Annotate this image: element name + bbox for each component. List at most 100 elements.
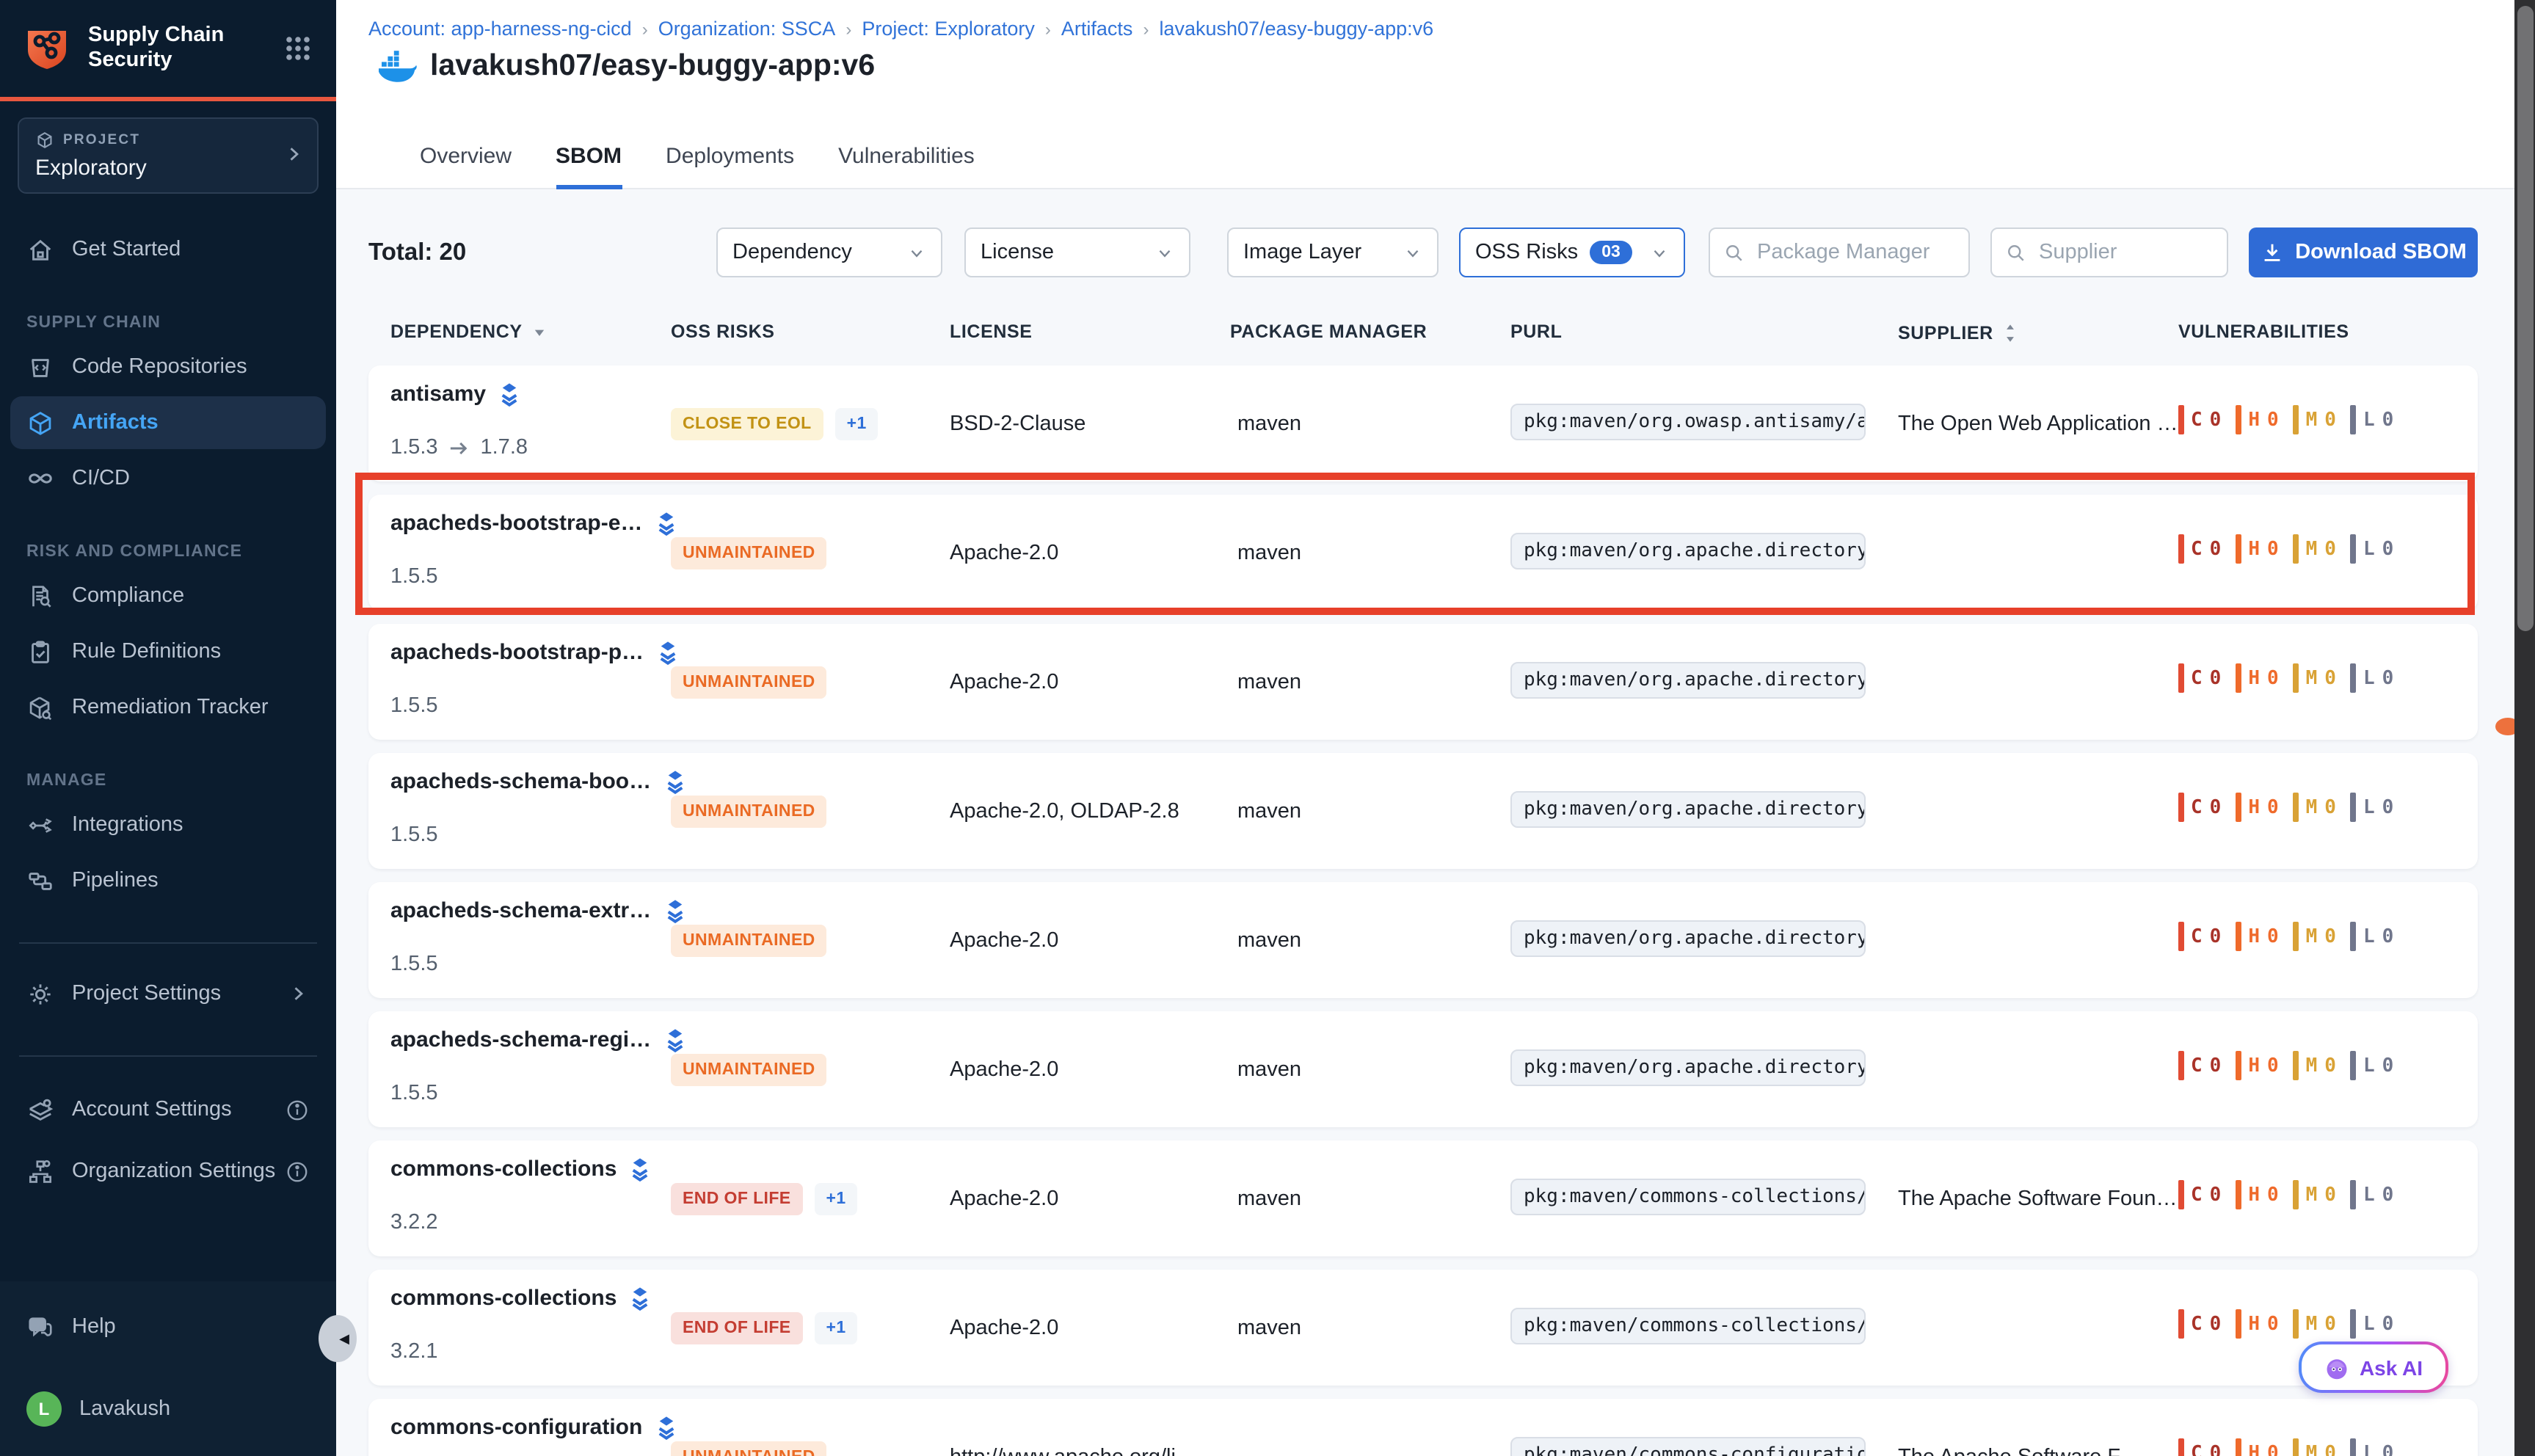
severity-value: 0 — [2324, 796, 2336, 818]
severity-letter: H — [2248, 796, 2260, 818]
breadcrumb-link[interactable]: Organization: SSCA — [658, 18, 836, 40]
project-name: Exploratory — [35, 156, 301, 181]
table-row[interactable]: apacheds-bootstrap-e…1.5.5UNMAINTAINEDAp… — [368, 495, 2478, 611]
sidebar-item-help[interactable]: ? Help — [10, 1300, 326, 1353]
column-header-label: SUPPLIER — [1898, 323, 1993, 343]
column-header-dependency[interactable]: DEPENDENCY — [390, 321, 548, 342]
dependency-name: commons-collections — [390, 1157, 617, 1182]
severity-l-count: L0 — [2351, 1051, 2393, 1080]
breadcrumb-link[interactable]: lavakush07/easy-buggy-app:v6 — [1159, 18, 1433, 40]
severity-bar-icon — [2294, 1051, 2299, 1080]
sidebar-item-compliance[interactable]: Compliance — [10, 569, 326, 622]
table-row[interactable]: apacheds-schema-extr…1.5.5UNMAINTAINEDAp… — [368, 882, 2478, 998]
severity-bar-icon — [2178, 1309, 2183, 1339]
severity-value: 0 — [2210, 1313, 2222, 1335]
severity-letter: M — [2306, 925, 2318, 947]
search-input[interactable] — [1754, 239, 1955, 266]
sidebar-item-account-settings[interactable]: Account Settings — [10, 1083, 326, 1136]
severity-value: 0 — [2210, 796, 2222, 818]
tab-vulnerabilities[interactable]: Vulnerabilities — [838, 128, 975, 189]
sidebar-collapse-handle[interactable]: ◀ — [319, 1315, 357, 1362]
breadcrumb-link[interactable]: Artifacts — [1061, 18, 1133, 40]
sidebar-item-label: Compliance — [72, 584, 184, 608]
sidebar-item-remediation-tracker[interactable]: Remediation Tracker — [10, 681, 326, 734]
column-header-label: VULNERABILITIES — [2178, 321, 2349, 342]
table-row[interactable]: commons-collections3.2.1END OF LIFE+1Apa… — [368, 1270, 2478, 1386]
module-grid-icon[interactable] — [280, 31, 316, 66]
project-selector[interactable]: PROJECT Exploratory — [18, 117, 319, 194]
severity-letter: L — [2363, 538, 2375, 560]
share-icon — [26, 811, 54, 839]
sidebar-item-cicd[interactable]: CI/CD — [10, 452, 326, 505]
oss-risks-cell: UNMAINTAINED — [671, 925, 827, 957]
severity-l-count: L0 — [2351, 1309, 2393, 1339]
severity-m-count: M0 — [2294, 793, 2336, 822]
more-risks-badge[interactable]: +1 — [835, 408, 879, 440]
severity-bar-icon — [2351, 1051, 2356, 1080]
severity-bar-icon — [2178, 922, 2183, 951]
version-current: 3.2.2 — [390, 1211, 438, 1234]
severity-l-count: L0 — [2351, 1180, 2393, 1209]
layers-blue-icon — [655, 640, 679, 665]
oss-risks-cell: UNMAINTAINED — [671, 1441, 827, 1456]
vulnerabilities-cell: C0H0M0L0 — [2178, 1438, 2393, 1456]
tab-sbom[interactable]: SBOM — [556, 128, 622, 189]
table-row[interactable]: commons-collections3.2.2END OF LIFE+1Apa… — [368, 1140, 2478, 1256]
sidebar-item-user[interactable]: L Lavakush — [10, 1383, 326, 1435]
sbom-content: Total: 20 DependencyLicenseImage LayerOS… — [336, 189, 2535, 1456]
severity-l-count: L0 — [2351, 793, 2393, 822]
sidebar-item-get-started[interactable]: Get Started — [10, 223, 326, 276]
sidebar-item-organization-settings[interactable]: Organization Settings — [10, 1145, 326, 1198]
download-sbom-button[interactable]: Download SBOM — [2249, 228, 2478, 277]
severity-letter: M — [2306, 1055, 2318, 1077]
sidebar-item-code-repositories[interactable]: Code Repositories — [10, 341, 326, 393]
oss-risks-cell: UNMAINTAINED — [671, 1054, 827, 1086]
table-row[interactable]: apacheds-bootstrap-p…1.5.5UNMAINTAINEDAp… — [368, 624, 2478, 740]
filter-dropdown-license[interactable]: License — [964, 228, 1190, 277]
org-chart-icon — [26, 1157, 54, 1185]
severity-bar-icon — [2294, 1438, 2299, 1456]
severity-letter: L — [2363, 1184, 2375, 1206]
table-row[interactable]: commons-configurationUNMAINTAINEDhttp://… — [368, 1399, 2478, 1456]
breadcrumb-link[interactable]: Project: Exploratory — [862, 18, 1035, 40]
vulnerabilities-cell: C0H0M0L0 — [2178, 405, 2393, 434]
scrollbar-thumb[interactable] — [2517, 6, 2533, 631]
severity-h-count: H0 — [2236, 1051, 2278, 1080]
breadcrumb-link[interactable]: Account: app-harness-ng-cicd — [368, 18, 632, 40]
cube-wrench-icon — [26, 694, 54, 721]
sidebar-footer: ? Help L Lavakush — [0, 1281, 336, 1456]
severity-bar-icon — [2351, 793, 2356, 822]
severity-value: 0 — [2382, 538, 2394, 560]
search-input[interactable] — [2036, 239, 2214, 266]
table-row[interactable]: apacheds-schema-regi…1.5.5UNMAINTAINEDAp… — [368, 1011, 2478, 1127]
sidebar-item-pipelines[interactable]: Pipelines — [10, 854, 326, 907]
table-row[interactable]: apacheds-schema-boo…1.5.5UNMAINTAINEDApa… — [368, 753, 2478, 869]
page-scrollbar — [2514, 0, 2535, 1456]
filter-dropdown-oss-risks[interactable]: OSS Risks03 — [1459, 228, 1685, 277]
package-manager-cell: maven — [1237, 412, 1301, 436]
sidebar-item-integrations[interactable]: Integrations — [10, 798, 326, 851]
more-risks-badge[interactable]: +1 — [815, 1312, 858, 1344]
tab-overview[interactable]: Overview — [420, 128, 512, 189]
home-icon — [26, 236, 54, 263]
column-header-supplier[interactable]: SUPPLIER — [1898, 321, 2018, 345]
severity-bar-icon — [2178, 793, 2183, 822]
severity-letter: H — [2248, 1055, 2260, 1077]
filter-dropdown-dependency[interactable]: Dependency — [716, 228, 942, 277]
more-risks-badge[interactable]: +1 — [815, 1183, 858, 1215]
sidebar-item-artifacts[interactable]: Artifacts — [10, 396, 326, 449]
sidebar-item-project-settings[interactable]: Project Settings — [10, 967, 326, 1020]
filter-dropdown-image-layer[interactable]: Image Layer — [1227, 228, 1439, 277]
package-manager-cell: maven — [1237, 929, 1301, 953]
severity-l-count: L0 — [2351, 534, 2393, 564]
layers-blue-icon — [498, 382, 521, 407]
ask-ai-button[interactable]: Ask AI — [2299, 1342, 2448, 1393]
severity-letter: C — [2191, 1313, 2203, 1335]
version-current: 1.5.5 — [390, 953, 438, 976]
tab-deployments[interactable]: Deployments — [666, 128, 794, 189]
severity-bar-icon — [2178, 1180, 2183, 1209]
license-cell: Apache-2.0 — [950, 1187, 1058, 1211]
severity-bar-icon — [2178, 1438, 2183, 1456]
table-row[interactable]: antisamy1.5.31.7.8CLOSE TO EOL+1BSD-2-Cl… — [368, 365, 2478, 481]
sidebar-item-rule-definitions[interactable]: Rule Definitions — [10, 625, 326, 678]
